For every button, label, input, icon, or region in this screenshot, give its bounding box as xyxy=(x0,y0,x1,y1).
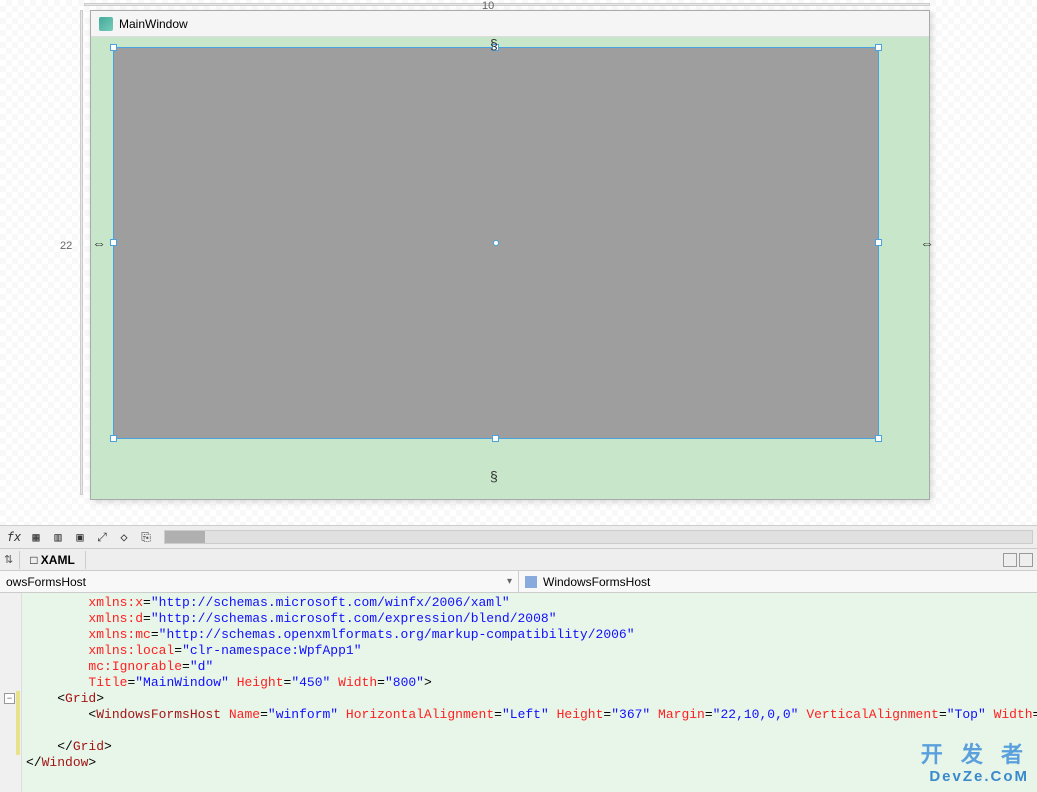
margin-anchor-top-icon[interactable]: § xyxy=(490,36,498,52)
element-type-icon xyxy=(525,576,537,588)
resize-handle-br[interactable] xyxy=(875,435,882,442)
extract-button[interactable]: ⎘ xyxy=(136,528,156,546)
dropdown-icon: ▾ xyxy=(507,576,512,587)
swap-panes-icon[interactable]: ⇅ xyxy=(4,553,13,566)
margin-anchor-left-icon[interactable]: ⇔ xyxy=(92,235,106,251)
element-label: WindowsFormsHost xyxy=(543,575,650,589)
margin-indicator-left: 22 xyxy=(60,240,72,252)
xaml-editor[interactable]: − xmlns:x="http://schemas.microsoft.com/… xyxy=(0,593,1037,792)
window-titlebar: MainWindow xyxy=(91,11,929,37)
code-tab-row: ⇅ □ XAML xyxy=(0,549,1037,571)
fold-toggle-icon[interactable]: − xyxy=(4,693,15,704)
scope-label: owsFormsHost xyxy=(6,575,86,589)
element-dropdown[interactable]: WindowsFormsHost xyxy=(519,571,1037,592)
snap-button[interactable]: ▣ xyxy=(70,528,90,546)
resize-handle-tl[interactable] xyxy=(110,44,117,51)
center-handle[interactable] xyxy=(493,240,499,246)
split-vertical-icon[interactable] xyxy=(1003,553,1017,567)
horizontal-scrollbar[interactable] xyxy=(164,530,1033,544)
code-content[interactable]: xmlns:x="http://schemas.microsoft.com/wi… xyxy=(22,593,1037,792)
fx-button[interactable]: fx xyxy=(4,528,24,546)
app-icon xyxy=(99,17,113,31)
wpf-designer-canvas[interactable]: 10 22 MainWindow § § ⇔ ⇔ xyxy=(0,0,1037,525)
editor-gutter[interactable]: − xyxy=(0,593,22,792)
margin-anchor-bottom-icon[interactable]: § xyxy=(490,468,498,484)
change-indicator xyxy=(16,691,20,755)
xaml-tab[interactable]: □ XAML xyxy=(19,551,86,569)
ruler-horizontal xyxy=(84,3,930,6)
scrollbar-thumb[interactable] xyxy=(165,531,205,543)
element-breadcrumb: owsFormsHost ▾ WindowsFormsHost xyxy=(0,571,1037,593)
resize-handle-bm[interactable] xyxy=(492,435,499,442)
grid-view2-button[interactable]: ▥ xyxy=(48,528,68,546)
resize-handle-mr[interactable] xyxy=(875,239,882,246)
split-horizontal-icon[interactable] xyxy=(1019,553,1033,567)
resize-handle-ml[interactable] xyxy=(110,239,117,246)
scope-dropdown[interactable]: owsFormsHost ▾ xyxy=(0,571,519,592)
margin-anchor-right-icon[interactable]: ⇔ xyxy=(920,235,934,251)
design-window[interactable]: MainWindow § § ⇔ ⇔ xyxy=(90,10,930,500)
window-title: MainWindow xyxy=(119,17,188,31)
align-button[interactable]: ⤢ xyxy=(92,528,112,546)
ruler-vertical xyxy=(80,10,83,495)
windowsformshost-element[interactable]: § § ⇔ ⇔ xyxy=(113,47,879,439)
window-client-area[interactable]: § § ⇔ ⇔ xyxy=(91,37,929,499)
resize-handle-bl[interactable] xyxy=(110,435,117,442)
designer-toolbar: fx ▦ ▥ ▣ ⤢ ◇ ⎘ xyxy=(0,525,1037,549)
effects-button[interactable]: ◇ xyxy=(114,528,134,546)
resize-handle-tr[interactable] xyxy=(875,44,882,51)
grid-view1-button[interactable]: ▦ xyxy=(26,528,46,546)
